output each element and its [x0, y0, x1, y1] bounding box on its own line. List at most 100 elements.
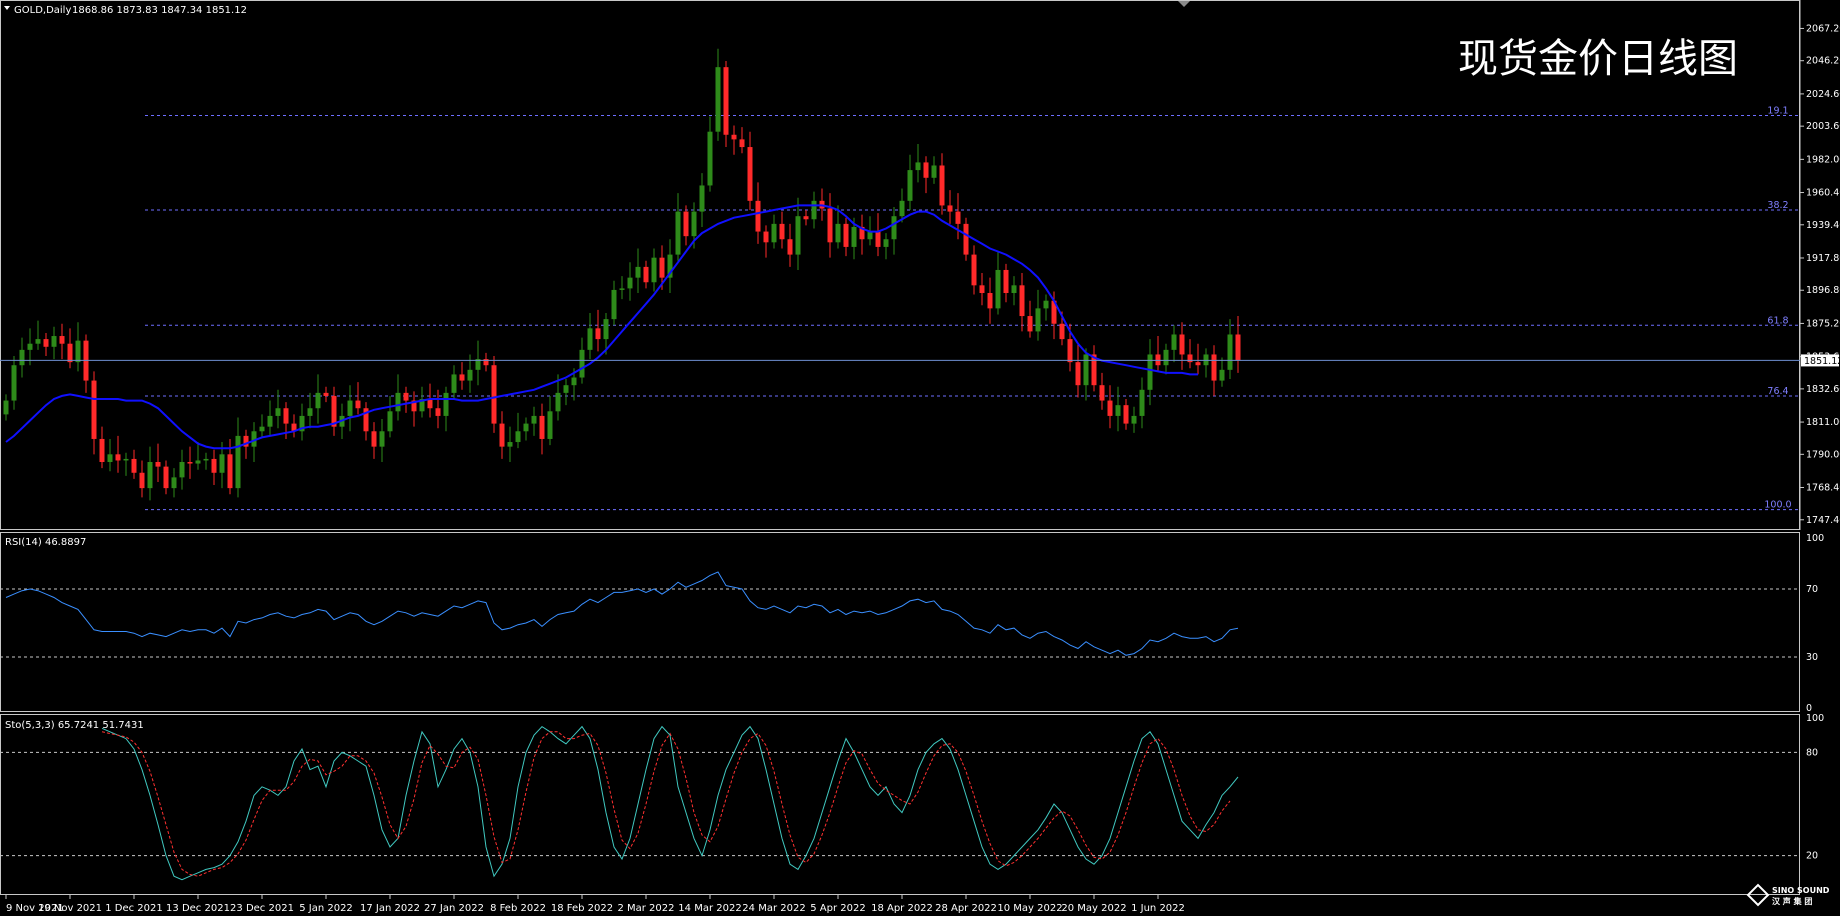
price-tick-label: 1960.40	[1806, 188, 1840, 199]
candle-body	[387, 411, 393, 432]
symbol-label: GOLD,Daily	[14, 5, 71, 16]
candle-body	[75, 340, 81, 363]
candle-body	[435, 408, 441, 416]
candle-body	[595, 328, 601, 340]
candle-body	[1131, 415, 1137, 424]
candle-body	[235, 435, 241, 489]
time-tick-label: 5 Apr 2022	[810, 903, 865, 914]
candle-body	[523, 423, 529, 432]
candle-body	[979, 285, 985, 294]
candle-body	[1011, 285, 1017, 294]
candle-body	[635, 266, 641, 278]
candle-body	[811, 200, 817, 220]
candle-body	[627, 277, 633, 289]
candle-body	[203, 458, 209, 461]
time-tick-label: 14 Mar 2022	[678, 903, 741, 914]
price-tick-label: 2024.60	[1806, 89, 1840, 100]
price-tick-label: 1832.60	[1806, 384, 1840, 395]
candle-body	[1083, 354, 1089, 386]
logo-sub: 汉 声 集 团	[1772, 896, 1812, 906]
candle-body	[547, 411, 553, 439]
candle-body	[371, 431, 377, 447]
candle-body	[1139, 389, 1145, 416]
time-tick-label: 17 Jan 2022	[360, 903, 420, 914]
candle-body	[219, 454, 225, 473]
candle-body	[59, 336, 65, 344]
candle-body	[323, 392, 329, 396]
candle-body	[1179, 334, 1185, 355]
candle-body	[1003, 269, 1009, 294]
logo-name: SINO SOUND	[1772, 886, 1830, 895]
candle-body	[643, 266, 649, 283]
candle-body	[1099, 385, 1105, 401]
stoch-label: Sto(5,3,3) 65.7241 51.7431	[5, 720, 144, 731]
rsi-label: RSI(14) 46.8897	[5, 537, 86, 548]
candle-body	[451, 374, 457, 393]
candle-body	[963, 223, 969, 255]
time-tick-label: 18 Apr 2022	[871, 903, 933, 914]
candle-body	[307, 408, 313, 416]
candle-body	[715, 67, 721, 132]
candle-body	[611, 289, 617, 320]
candle-body	[227, 454, 233, 489]
candle-body	[179, 462, 185, 478]
time-tick-label: 13 Dec 2021	[166, 903, 230, 914]
candle-body	[915, 162, 921, 171]
price-tick-label: 1896.80	[1806, 285, 1840, 296]
candle-body	[1035, 308, 1041, 332]
price-tick-label: 1939.40	[1806, 220, 1840, 231]
candle-body	[835, 223, 841, 243]
candle-body	[1235, 334, 1241, 361]
candle-body	[515, 431, 521, 443]
price-tick-label: 1811.00	[1806, 417, 1840, 428]
candle-body	[851, 226, 857, 247]
candle-body	[955, 211, 961, 224]
candle-body	[275, 408, 281, 416]
candle-body	[939, 165, 945, 206]
chart-canvas: 19.1 38.2 61.8 76.4 100.0 1747.40 1768.40 1790…	[0, 0, 1840, 916]
overlay-title: 现货金价日线图	[1458, 36, 1738, 82]
candle-body	[995, 269, 1001, 309]
candle-body	[563, 385, 569, 393]
price-tick-label: 1917.80	[1806, 253, 1840, 264]
candle-body	[91, 380, 97, 439]
candle-body	[131, 458, 137, 473]
candle-body	[147, 462, 153, 489]
candle-body	[19, 349, 25, 366]
candle-body	[987, 293, 993, 309]
candle-body	[51, 336, 57, 347]
candle-body	[43, 339, 49, 347]
candle-body	[651, 257, 657, 283]
candle-body	[603, 319, 609, 340]
candle-body	[163, 466, 169, 489]
candle-body	[1195, 362, 1201, 366]
candle-body	[139, 472, 145, 489]
fib-level-label: 76.4	[1767, 386, 1788, 397]
fib-level-label: 100.0	[1764, 500, 1791, 511]
candle-body	[315, 392, 321, 409]
stoch-axis-label: 20	[1806, 851, 1818, 862]
candle-body	[283, 408, 289, 424]
price-tick-label: 1768.40	[1806, 483, 1840, 494]
candle-body	[875, 231, 881, 247]
candle-body	[619, 288, 625, 290]
candle-body	[1155, 354, 1161, 366]
candle-body	[971, 254, 977, 286]
time-tick-label: 10 May 2022	[997, 903, 1062, 914]
stoch-axis-label: 100	[1806, 713, 1824, 724]
candle-body	[195, 460, 201, 464]
rsi-axis-label: 70	[1806, 584, 1818, 595]
candle-body	[675, 211, 681, 255]
time-tick-label: 23 Dec 2021	[230, 903, 294, 914]
candle-body	[739, 139, 745, 148]
fib-level-label: 19.1	[1767, 106, 1788, 117]
candle-body	[899, 200, 905, 217]
time-tick-label: 24 Mar 2022	[742, 903, 805, 914]
candle-body	[459, 374, 465, 381]
price-tick-label: 1982.00	[1806, 154, 1840, 165]
candle-body	[707, 131, 713, 186]
price-tick-label: 2046.20	[1806, 56, 1840, 67]
price-tick-label: 1790.00	[1806, 449, 1840, 460]
candle-body	[867, 231, 873, 240]
fib-level-label: 38.2	[1767, 200, 1788, 211]
